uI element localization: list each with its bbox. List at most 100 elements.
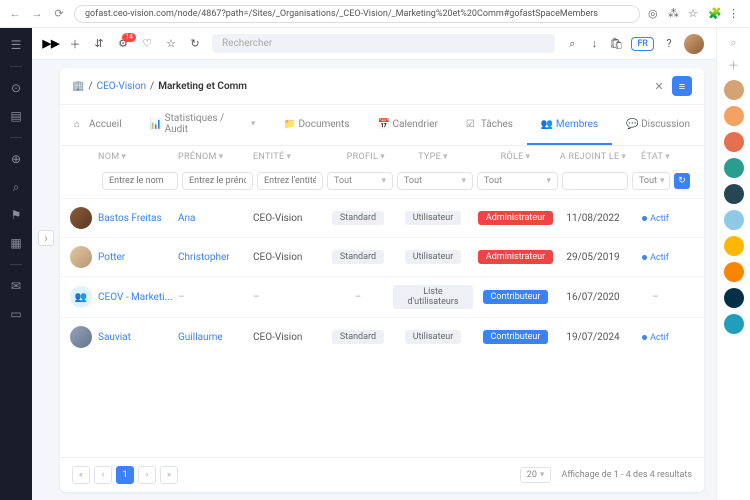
presence-avatar[interactable] xyxy=(724,158,744,178)
bookmark-icon[interactable]: ☆ xyxy=(688,7,702,21)
page-prev[interactable]: ‹ xyxy=(94,466,112,484)
page-next[interactable]: › xyxy=(138,466,156,484)
filter-type[interactable]: Tout▾ xyxy=(397,172,473,190)
member-profil: Standard xyxy=(323,211,393,225)
menu-icon[interactable]: ☰ xyxy=(9,38,23,52)
page-1[interactable]: 1 xyxy=(116,466,134,484)
member-nom[interactable]: Potter xyxy=(98,252,125,263)
presence-avatar[interactable] xyxy=(724,314,744,334)
search-icon[interactable]: ⌕ xyxy=(9,180,23,194)
search-input[interactable]: Rechercher xyxy=(212,34,555,53)
folder-icon: 🏢 xyxy=(72,81,84,92)
presence-avatar[interactable] xyxy=(724,106,744,126)
filter-entite[interactable] xyxy=(257,172,323,190)
page-size-select[interactable]: 20▾ xyxy=(520,467,552,483)
calendar-icon: 📅 xyxy=(378,119,388,129)
extension-icon[interactable]: ◎ xyxy=(648,7,662,21)
home-icon: ⌂ xyxy=(74,119,84,129)
tab-stats[interactable]: 📊Statistiques / Audit▾ xyxy=(136,105,270,145)
member-nom[interactable]: Bastos Freitas xyxy=(98,213,162,224)
filter-date[interactable] xyxy=(562,172,628,190)
filter-prenom[interactable] xyxy=(182,172,253,190)
search-nav-icon[interactable]: ⌕ xyxy=(565,37,579,51)
flag-icon[interactable]: ⚑ xyxy=(9,208,23,222)
tree-icon[interactable]: ⇵ xyxy=(92,37,106,51)
tab-membres[interactable]: 👥Membres xyxy=(527,105,612,145)
extensions-icon[interactable]: 🧩 xyxy=(708,7,722,21)
page-last[interactable]: » xyxy=(160,466,178,484)
col-etat[interactable]: ÉTAT▾ xyxy=(628,152,683,162)
member-nom[interactable]: CEOV - Marketi... xyxy=(98,292,173,303)
presence-avatar[interactable] xyxy=(724,184,744,204)
presence-avatar[interactable] xyxy=(724,80,744,100)
breadcrumb-root[interactable]: CEO-Vision xyxy=(97,81,146,92)
col-entite[interactable]: ENTITÉ▾ xyxy=(253,152,323,162)
chat-icon[interactable]: ✉ xyxy=(9,279,23,293)
globe-icon[interactable]: ⊕ xyxy=(9,152,23,166)
download-icon[interactable]: ↓ xyxy=(587,37,601,51)
card-icon[interactable]: ▭ xyxy=(9,307,23,321)
col-profil[interactable]: PROFIL▾ xyxy=(323,152,393,162)
close-icon[interactable]: ✕ xyxy=(652,79,666,93)
url-bar[interactable]: gofast.ceo-vision.com/node/4867?path=/Si… xyxy=(74,5,640,23)
presence-avatar[interactable] xyxy=(724,236,744,256)
member-prenom[interactable]: Ana xyxy=(178,213,196,224)
users-icon: 👥 xyxy=(541,119,551,129)
member-type: Utilisateur xyxy=(393,211,473,225)
user-avatar[interactable] xyxy=(684,34,704,54)
tab-accueil[interactable]: ⌂Accueil xyxy=(60,105,136,145)
add-icon[interactable]: ＋ xyxy=(68,37,82,51)
reload-button[interactable]: ⟳ xyxy=(52,7,66,21)
col-prenom[interactable]: PRÉNOM▾ xyxy=(178,152,253,162)
tab-calendrier[interactable]: 📅Calendrier xyxy=(364,105,452,145)
action-button[interactable]: ≡ xyxy=(672,76,692,96)
gear-icon[interactable]: ⚙14 xyxy=(116,37,130,51)
list-icon[interactable]: ▤ xyxy=(9,109,23,123)
member-prenom[interactable]: Guillaume xyxy=(178,332,223,343)
member-etat: Actif xyxy=(628,213,683,224)
col-nom[interactable]: NOM▾ xyxy=(98,152,178,162)
member-prenom[interactable]: Christopher xyxy=(178,252,230,263)
lang-badge[interactable]: FR xyxy=(631,37,654,51)
user-avatar xyxy=(70,207,92,229)
star-icon[interactable]: ☆ xyxy=(164,37,178,51)
member-date: 29/05/2019 xyxy=(558,252,628,263)
tab-taches[interactable]: ☑Tâches xyxy=(452,105,527,145)
help-icon[interactable]: ? xyxy=(662,37,676,51)
reset-filters-button[interactable]: ↻ xyxy=(674,173,690,189)
dashboard-icon[interactable]: ⊙ xyxy=(9,81,23,95)
filter-profil[interactable]: Tout▾ xyxy=(327,172,393,190)
add-icon[interactable]: ＋ xyxy=(727,58,741,72)
filter-role[interactable]: Tout▾ xyxy=(477,172,558,190)
member-role[interactable]: Contributeur xyxy=(473,290,558,304)
member-role[interactable]: Administrateur xyxy=(473,250,558,264)
presence-avatar[interactable] xyxy=(724,262,744,282)
back-button[interactable]: ← xyxy=(8,7,22,21)
member-nom[interactable]: Sauviat xyxy=(98,332,131,343)
col-role[interactable]: RÔLE▾ xyxy=(473,152,558,162)
presence-avatar[interactable] xyxy=(724,210,744,230)
col-date[interactable]: A REJOINT LE▾ xyxy=(558,152,628,162)
translate-icon[interactable]: ⁂ xyxy=(668,7,682,21)
tab-discussion[interactable]: 💬Discussion xyxy=(612,105,704,145)
page-first[interactable]: « xyxy=(72,466,90,484)
menu-icon[interactable]: ⋮ xyxy=(728,7,742,21)
member-role[interactable]: Administrateur xyxy=(473,211,558,225)
bell-icon[interactable]: ♡ xyxy=(140,37,154,51)
presence-avatar[interactable] xyxy=(724,288,744,308)
history-icon[interactable]: ↻ xyxy=(188,37,202,51)
col-type[interactable]: TYPE▾ xyxy=(393,152,473,162)
fast-forward-icon[interactable]: ▶▶ xyxy=(44,37,58,51)
collapse-sidebar-button[interactable]: › xyxy=(38,230,54,246)
right-rail: ⌕ ＋ xyxy=(716,28,750,500)
filter-nom[interactable] xyxy=(102,172,178,190)
task-icon: ☑ xyxy=(466,119,476,129)
grid-icon[interactable]: ▦ xyxy=(9,236,23,250)
tab-documents[interactable]: 📁Documents xyxy=(269,105,363,145)
forward-button[interactable]: → xyxy=(30,7,44,21)
search-icon[interactable]: ⌕ xyxy=(727,36,741,50)
filter-etat[interactable]: Tout▾ xyxy=(632,172,670,190)
member-role[interactable]: Contributeur xyxy=(473,330,558,344)
presence-avatar[interactable] xyxy=(724,132,744,152)
cart-icon[interactable]: 🛍 xyxy=(609,37,623,51)
